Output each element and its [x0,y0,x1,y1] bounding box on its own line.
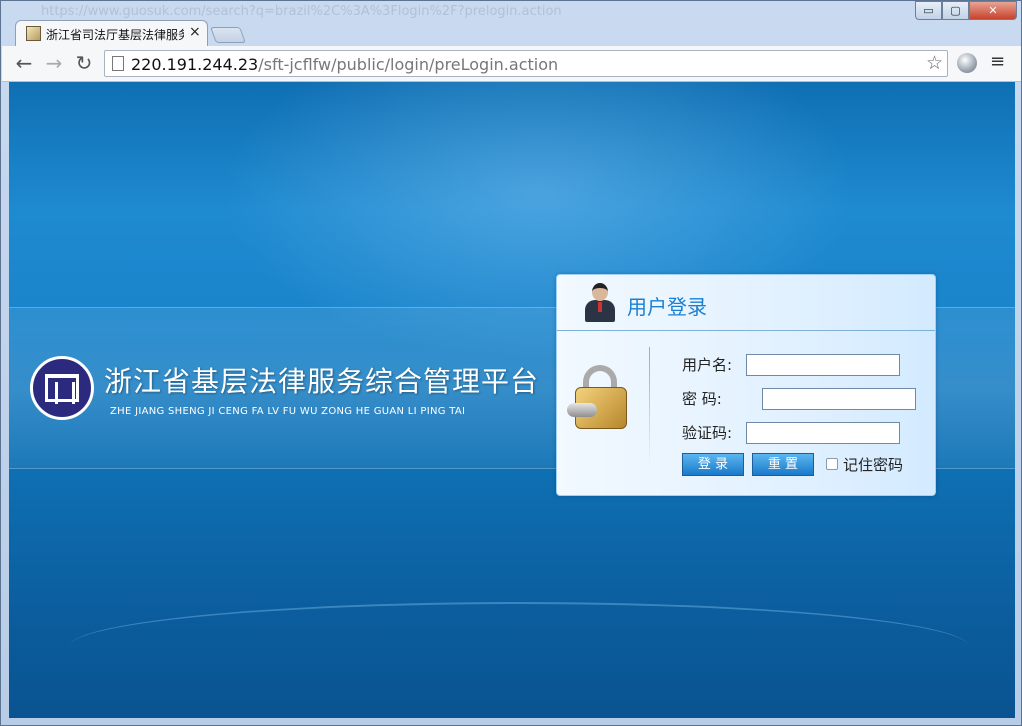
forward-icon[interactable]: → [42,52,66,76]
tab-close-icon[interactable]: × [189,24,201,40]
password-input[interactable] [762,388,916,410]
logo-mark-icon [45,374,79,404]
lock-key-icon [567,365,633,435]
key-shape [567,403,597,417]
username-input[interactable] [746,354,900,376]
background-arc [69,602,969,692]
reset-button[interactable]: 重 置 [752,453,814,476]
user-icon-tie [598,302,602,312]
password-label: 密 码: [682,390,722,408]
user-icon [585,283,615,323]
username-label: 用户名: [682,356,733,374]
close-window-button[interactable]: ✕ [969,1,1017,20]
new-tab-button[interactable] [210,27,246,43]
browser-window: https://www.guosuk.com/search?q=brazil%2… [0,0,1022,726]
remember-checkbox[interactable] [826,458,838,470]
site-title: 浙江省基层法律服务综合管理平台 [104,365,540,398]
page-content: 浙江省基层法律服务综合管理平台 ZHE JIANG SHENG JI CENG … [9,82,1015,718]
url-text[interactable]: 220.191.244.23/sft-jcflfw/public/login/p… [131,55,558,74]
url-host: 220.191.244.23 [131,55,259,74]
bookmark-star-icon[interactable]: ☆ [926,52,943,74]
window-controls: ▭ ▢ ✕ [915,1,1017,21]
login-title: 用户登录 [627,295,707,319]
site-logo [30,356,94,420]
captcha-label: 验证码: [682,424,733,442]
back-icon[interactable]: ← [12,52,36,76]
captcha-input[interactable] [746,422,900,444]
panel-divider [649,347,650,467]
maximize-button[interactable]: ▢ [942,1,969,20]
page-icon [112,56,124,71]
reload-icon[interactable]: ↻ [72,52,96,76]
background-url-text: https://www.guosuk.com/search?q=brazil%2… [41,4,562,19]
remember-label[interactable]: 记住密码 [843,454,903,475]
favicon-icon [26,26,41,41]
url-path: /sft-jcflfw/public/login/preLogin.action [258,55,559,74]
tab-active[interactable]: 浙江省司法厅基层法律服务 × [15,20,208,46]
address-bar[interactable]: 220.191.244.23/sft-jcflfw/public/login/p… [104,50,948,77]
user-icon-head [592,283,608,301]
menu-icon[interactable]: ≡ [990,53,1006,71]
login-header: 用户登录 [557,275,935,331]
browser-toolbar: ← → ↻ 220.191.244.23/sft-jcflfw/public/l… [2,46,1021,82]
globe-icon[interactable] [957,53,977,73]
minimize-button[interactable]: ▭ [915,1,942,20]
site-pinyin: ZHE JIANG SHENG JI CENG FA LV FU WU ZONG… [110,406,466,417]
login-button[interactable]: 登 录 [682,453,744,476]
tab-strip: https://www.guosuk.com/search?q=brazil%2… [1,1,1021,47]
login-panel: 用户登录 用户名: 密 码: 验证码: 登 录 重 置 记住密码 [556,274,936,496]
tab-title: 浙江省司法厅基层法律服务 [46,28,184,42]
